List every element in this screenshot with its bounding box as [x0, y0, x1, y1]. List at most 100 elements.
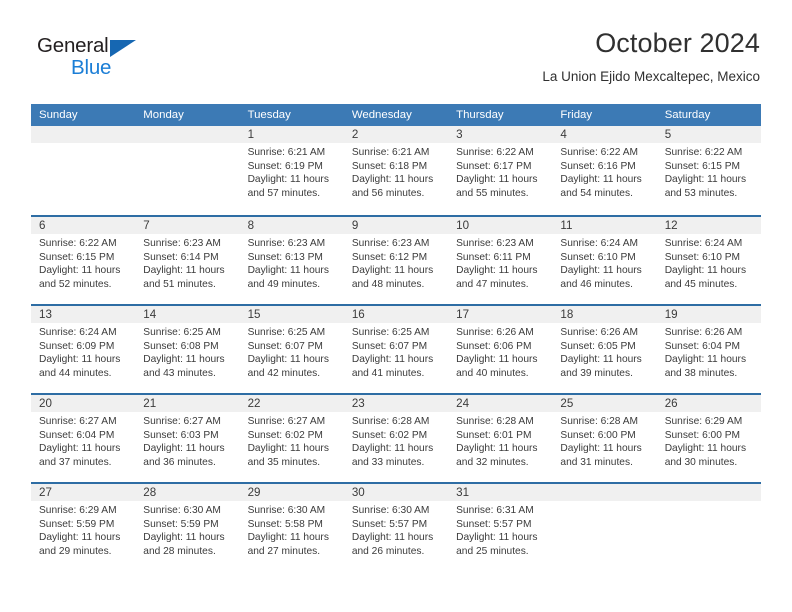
sunrise-text: Sunrise: 6:27 AM — [247, 416, 326, 427]
daylight-text: Daylight: 11 hours and 56 minutes. — [351, 174, 434, 199]
daylight-text: Daylight: 11 hours and 36 minutes. — [143, 443, 225, 468]
day-cell[interactable]: 26 Sunrise: 6:29 AM Sunset: 6:00 PM Dayl… — [656, 395, 761, 482]
day-cell[interactable]: 8 Sunrise: 6:23 AM Sunset: 6:13 PM Dayli… — [239, 217, 344, 304]
sunrise-text: Sunrise: 6:26 AM — [664, 327, 743, 338]
day-cell[interactable]: 7 Sunrise: 6:23 AM Sunset: 6:14 PM Dayli… — [135, 217, 240, 304]
day-details: Sunrise: 6:26 AM Sunset: 6:04 PM Dayligh… — [657, 323, 761, 380]
day-details: Sunrise: 6:23 AM Sunset: 6:13 PM Dayligh… — [240, 234, 344, 291]
day-details: Sunrise: 6:26 AM Sunset: 6:05 PM Dayligh… — [552, 323, 656, 380]
daylight-text: Daylight: 11 hours and 52 minutes. — [39, 265, 121, 290]
daylight-text: Daylight: 11 hours and 25 minutes. — [456, 532, 538, 557]
day-number: 19 — [664, 308, 678, 321]
sunrise-text: Sunrise: 6:24 AM — [39, 327, 117, 338]
logo-text-general: General — [37, 34, 109, 57]
week-row: 1 Sunrise: 6:21 AM Sunset: 6:19 PM Dayli… — [31, 126, 761, 215]
day-details: Sunrise: 6:30 AM Sunset: 5:57 PM Dayligh… — [344, 501, 448, 558]
day-number-band: 10 — [448, 217, 553, 234]
sunrise-text: Sunrise: 6:26 AM — [560, 327, 638, 338]
day-number-band: 19 — [656, 306, 761, 323]
daylight-text: Daylight: 11 hours and 29 minutes. — [39, 532, 121, 557]
day-cell[interactable] — [135, 126, 240, 215]
sunset-text: Sunset: 6:19 PM — [247, 160, 323, 172]
sunrise-text: Sunrise: 6:23 AM — [456, 238, 534, 249]
day-cell[interactable]: 15 Sunrise: 6:25 AM Sunset: 6:07 PM Dayl… — [239, 306, 344, 393]
week-row: 6 Sunrise: 6:22 AM Sunset: 6:15 PM Dayli… — [31, 215, 761, 304]
weekday-header-row: Sunday Monday Tuesday Wednesday Thursday… — [31, 104, 761, 126]
day-cell[interactable]: 20 Sunrise: 6:27 AM Sunset: 6:04 PM Dayl… — [31, 395, 136, 482]
day-cell[interactable]: 24 Sunrise: 6:28 AM Sunset: 6:01 PM Dayl… — [448, 395, 553, 482]
calendar-grid: Sunday Monday Tuesday Wednesday Thursday… — [31, 104, 761, 571]
day-cell[interactable]: 22 Sunrise: 6:27 AM Sunset: 6:02 PM Dayl… — [239, 395, 344, 482]
page-title: October 2024 — [595, 28, 760, 58]
day-number: 5 — [664, 128, 672, 141]
day-cell[interactable]: 28 Sunrise: 6:30 AM Sunset: 5:59 PM Dayl… — [135, 484, 240, 571]
day-cell[interactable]: 30 Sunrise: 6:30 AM Sunset: 5:57 PM Dayl… — [343, 484, 449, 571]
daylight-text: Daylight: 11 hours and 49 minutes. — [247, 265, 329, 290]
sunset-text: Sunset: 6:06 PM — [456, 340, 532, 352]
day-number-band — [135, 126, 240, 143]
day-cell[interactable]: 2 Sunrise: 6:21 AM Sunset: 6:18 PM Dayli… — [343, 126, 449, 215]
day-details: Sunrise: 6:24 AM Sunset: 6:10 PM Dayligh… — [552, 234, 656, 291]
day-details: Sunrise: 6:22 AM Sunset: 6:15 PM Dayligh… — [657, 143, 761, 200]
sunrise-text: Sunrise: 6:22 AM — [456, 147, 534, 158]
daylight-text: Daylight: 11 hours and 45 minutes. — [664, 265, 747, 290]
day-details: Sunrise: 6:29 AM Sunset: 5:59 PM Dayligh… — [31, 501, 135, 558]
day-cell[interactable] — [31, 126, 136, 215]
day-number-band: 15 — [239, 306, 344, 323]
day-cell[interactable]: 18 Sunrise: 6:26 AM Sunset: 6:05 PM Dayl… — [552, 306, 657, 393]
day-cell[interactable]: 3 Sunrise: 6:22 AM Sunset: 6:17 PM Dayli… — [448, 126, 553, 215]
day-details — [135, 143, 239, 146]
day-cell[interactable]: 21 Sunrise: 6:27 AM Sunset: 6:03 PM Dayl… — [135, 395, 240, 482]
day-details: Sunrise: 6:23 AM Sunset: 6:11 PM Dayligh… — [448, 234, 552, 291]
sunrise-text: Sunrise: 6:28 AM — [351, 416, 430, 427]
day-number: 14 — [143, 308, 157, 321]
sunset-text: Sunset: 6:00 PM — [560, 429, 636, 441]
day-number: 12 — [664, 219, 678, 232]
day-cell[interactable] — [552, 484, 657, 571]
day-cell[interactable]: 23 Sunrise: 6:28 AM Sunset: 6:02 PM Dayl… — [343, 395, 449, 482]
sunset-text: Sunset: 6:17 PM — [456, 160, 532, 172]
day-cell[interactable]: 11 Sunrise: 6:24 AM Sunset: 6:10 PM Dayl… — [552, 217, 657, 304]
day-cell[interactable]: 16 Sunrise: 6:25 AM Sunset: 6:07 PM Dayl… — [343, 306, 449, 393]
sunset-text: Sunset: 6:00 PM — [664, 429, 741, 441]
sunrise-text: Sunrise: 6:23 AM — [247, 238, 326, 249]
sunrise-text: Sunrise: 6:22 AM — [39, 238, 117, 249]
day-cell[interactable]: 4 Sunrise: 6:22 AM Sunset: 6:16 PM Dayli… — [552, 126, 657, 215]
day-number-band: 7 — [135, 217, 240, 234]
day-cell[interactable]: 6 Sunrise: 6:22 AM Sunset: 6:15 PM Dayli… — [31, 217, 136, 304]
day-cell[interactable]: 13 Sunrise: 6:24 AM Sunset: 6:09 PM Dayl… — [31, 306, 136, 393]
day-cell[interactable]: 29 Sunrise: 6:30 AM Sunset: 5:58 PM Dayl… — [239, 484, 344, 571]
day-details: Sunrise: 6:31 AM Sunset: 5:57 PM Dayligh… — [448, 501, 552, 558]
daylight-text: Daylight: 11 hours and 37 minutes. — [39, 443, 121, 468]
day-cell[interactable]: 31 Sunrise: 6:31 AM Sunset: 5:57 PM Dayl… — [448, 484, 553, 571]
day-number-band: 13 — [31, 306, 136, 323]
day-cell[interactable]: 9 Sunrise: 6:23 AM Sunset: 6:12 PM Dayli… — [343, 217, 449, 304]
sunrise-text: Sunrise: 6:24 AM — [664, 238, 743, 249]
title-block: October 2024 La Union Ejido Mexcaltepec,… — [542, 26, 760, 85]
day-number: 8 — [247, 219, 255, 232]
sunrise-text: Sunrise: 6:23 AM — [351, 238, 430, 249]
day-details: Sunrise: 6:27 AM Sunset: 6:04 PM Dayligh… — [31, 412, 135, 469]
day-cell[interactable]: 27 Sunrise: 6:29 AM Sunset: 5:59 PM Dayl… — [31, 484, 136, 571]
day-cell[interactable]: 10 Sunrise: 6:23 AM Sunset: 6:11 PM Dayl… — [448, 217, 553, 304]
day-cell[interactable]: 25 Sunrise: 6:28 AM Sunset: 6:00 PM Dayl… — [552, 395, 657, 482]
day-number: 16 — [351, 308, 365, 321]
sunrise-text: Sunrise: 6:27 AM — [143, 416, 221, 427]
generalblue-logo[interactable]: General Blue — [37, 34, 167, 90]
weekday-thursday: Thursday — [456, 109, 504, 121]
day-number: 11 — [560, 219, 573, 232]
calendar-page: General Blue October 2024 La Union Ejido… — [0, 0, 792, 612]
daylight-text: Daylight: 11 hours and 48 minutes. — [351, 265, 434, 290]
day-cell[interactable]: 12 Sunrise: 6:24 AM Sunset: 6:10 PM Dayl… — [656, 217, 761, 304]
day-cell[interactable] — [656, 484, 761, 571]
day-cell[interactable]: 17 Sunrise: 6:26 AM Sunset: 6:06 PM Dayl… — [448, 306, 553, 393]
day-cell[interactable]: 19 Sunrise: 6:26 AM Sunset: 6:04 PM Dayl… — [656, 306, 761, 393]
day-details: Sunrise: 6:24 AM Sunset: 6:09 PM Dayligh… — [31, 323, 135, 380]
day-details: Sunrise: 6:30 AM Sunset: 5:59 PM Dayligh… — [135, 501, 239, 558]
sunrise-text: Sunrise: 6:25 AM — [351, 327, 430, 338]
sunrise-text: Sunrise: 6:30 AM — [351, 505, 430, 516]
day-cell[interactable]: 14 Sunrise: 6:25 AM Sunset: 6:08 PM Dayl… — [135, 306, 240, 393]
day-cell[interactable]: 5 Sunrise: 6:22 AM Sunset: 6:15 PM Dayli… — [656, 126, 761, 215]
sunset-text: Sunset: 6:04 PM — [39, 429, 115, 441]
day-cell[interactable]: 1 Sunrise: 6:21 AM Sunset: 6:19 PM Dayli… — [239, 126, 344, 215]
